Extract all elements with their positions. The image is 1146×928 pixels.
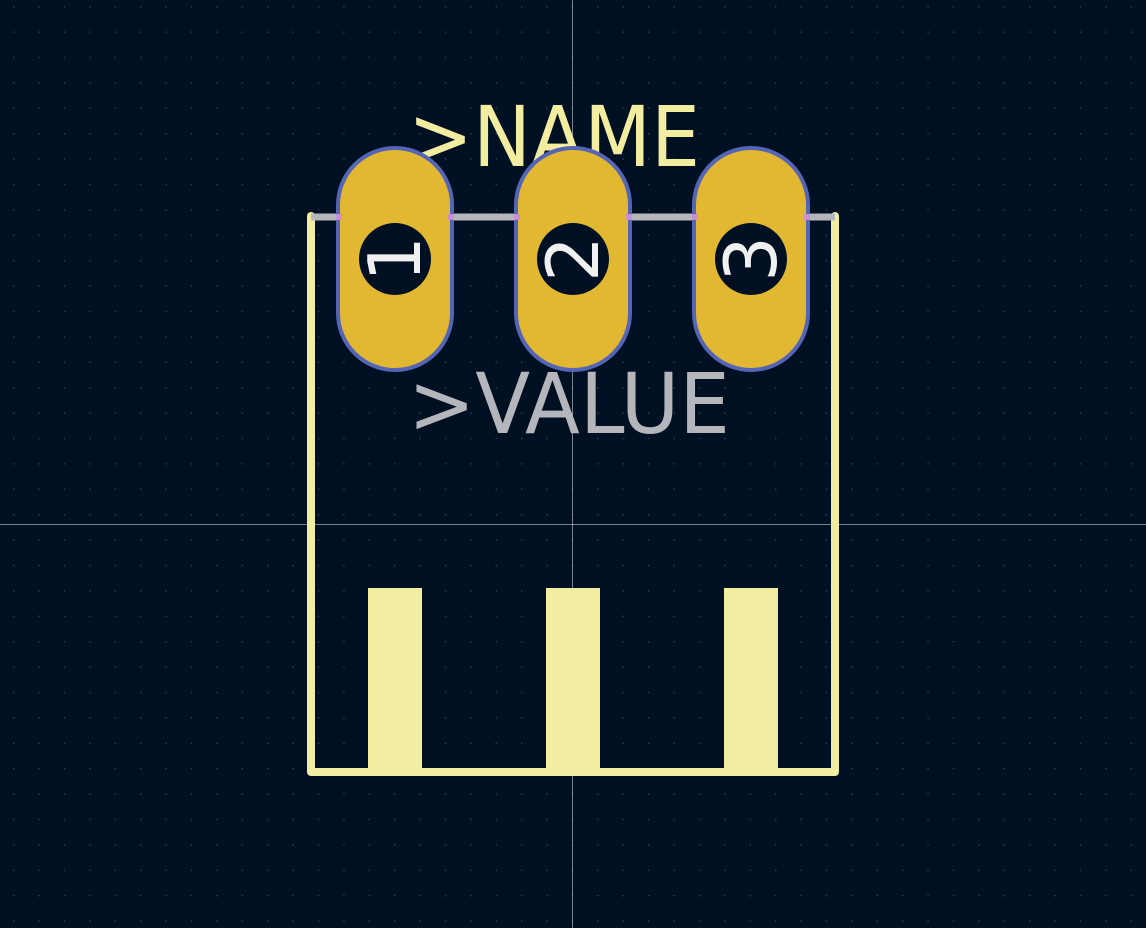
value-label[interactable]: >VALUE — [408, 355, 730, 453]
pad-1-number: 1 — [353, 236, 437, 282]
pad-2-number: 2 — [531, 236, 615, 282]
pad-2[interactable]: 2 — [514, 146, 632, 372]
pad-1[interactable]: 1 — [336, 146, 454, 372]
pad-3[interactable]: 3 — [692, 146, 810, 372]
pad-3-number: 3 — [709, 236, 793, 282]
pcb-footprint-canvas[interactable]: >NAME 1 2 3 >VALUE — [0, 0, 1146, 928]
silkscreen-pin-bar-2 — [546, 588, 600, 770]
silkscreen-pin-bar-3 — [724, 588, 778, 770]
value-label-text: >VALUE — [408, 355, 730, 453]
silkscreen-pin-bar-1 — [368, 588, 422, 770]
